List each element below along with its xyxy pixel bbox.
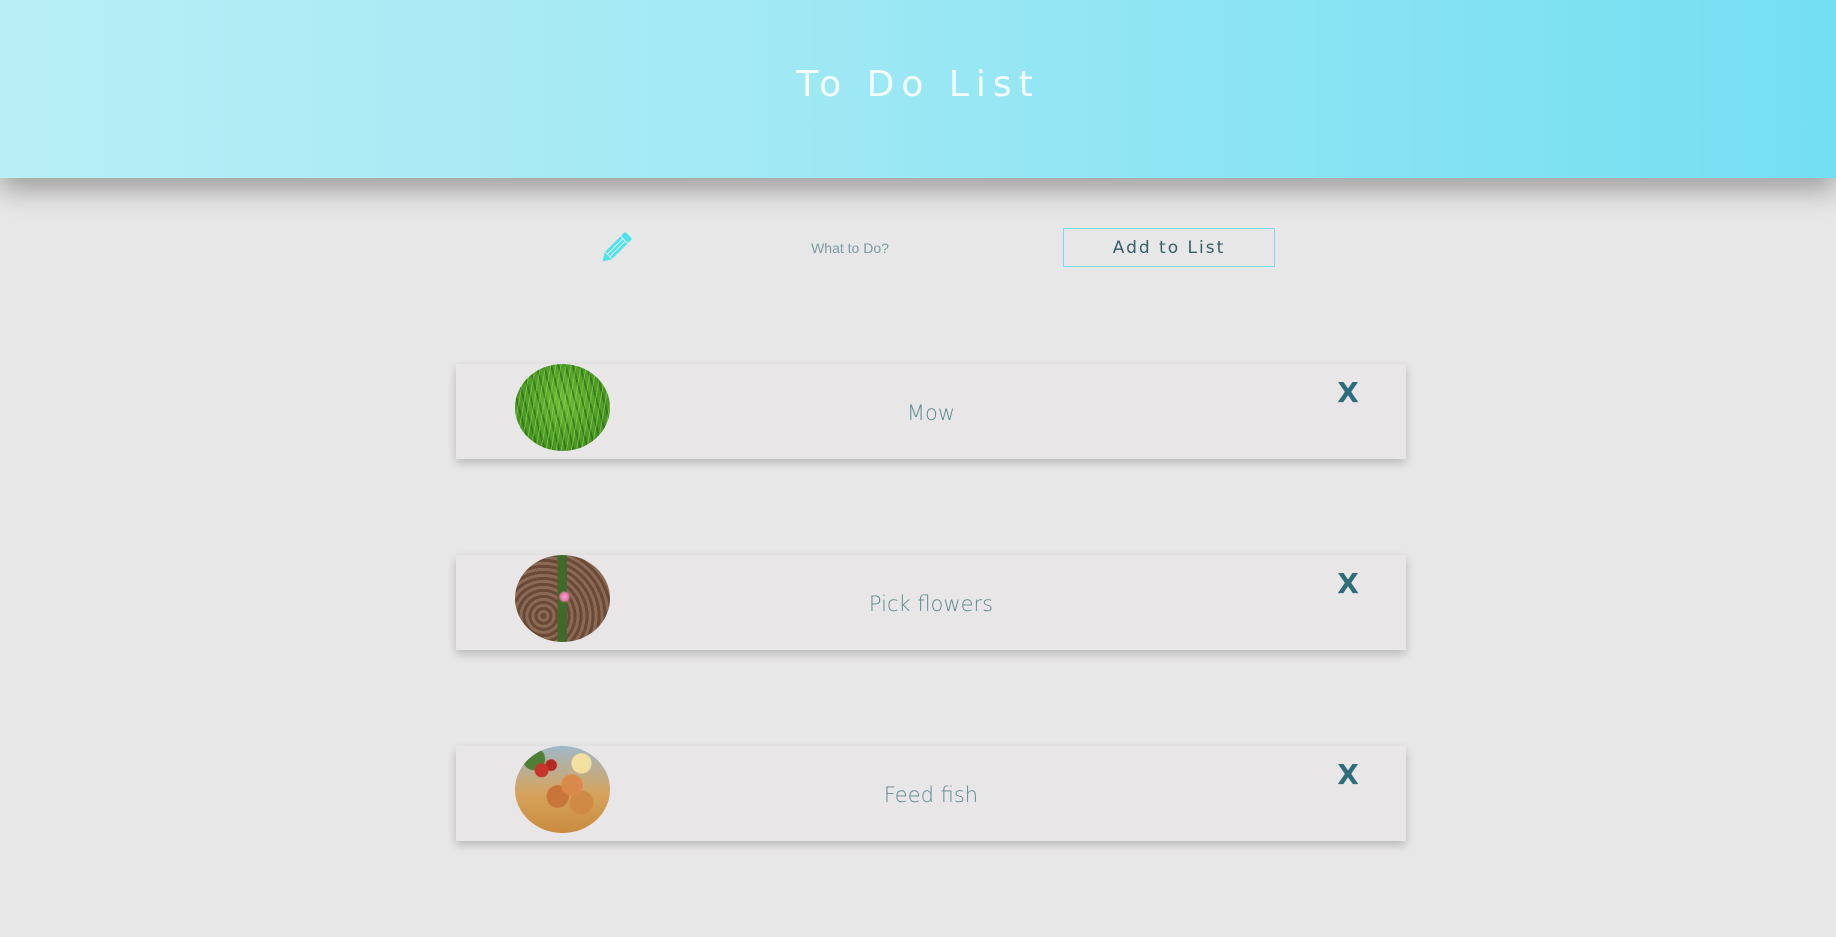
list-item: Mow X [456, 364, 1406, 459]
pencil-icon [596, 228, 636, 268]
delete-button[interactable]: X [1333, 758, 1363, 792]
list-item: Pick flowers X [456, 555, 1406, 650]
delete-button[interactable]: X [1333, 567, 1363, 601]
delete-button[interactable]: X [1333, 376, 1363, 410]
grass-image [515, 364, 610, 451]
todo-input[interactable] [700, 232, 1000, 264]
flower-image [515, 555, 610, 642]
page-title: To Do List [796, 64, 1040, 105]
todo-list: Mow X Pick flowers X Feed fish X [456, 364, 1406, 937]
list-item: Feed fish X [456, 746, 1406, 841]
entry-row: Add to List [0, 228, 1836, 268]
header: To Do List [0, 0, 1836, 178]
food-image [515, 746, 610, 833]
add-to-list-button[interactable]: Add to List [1063, 228, 1275, 267]
